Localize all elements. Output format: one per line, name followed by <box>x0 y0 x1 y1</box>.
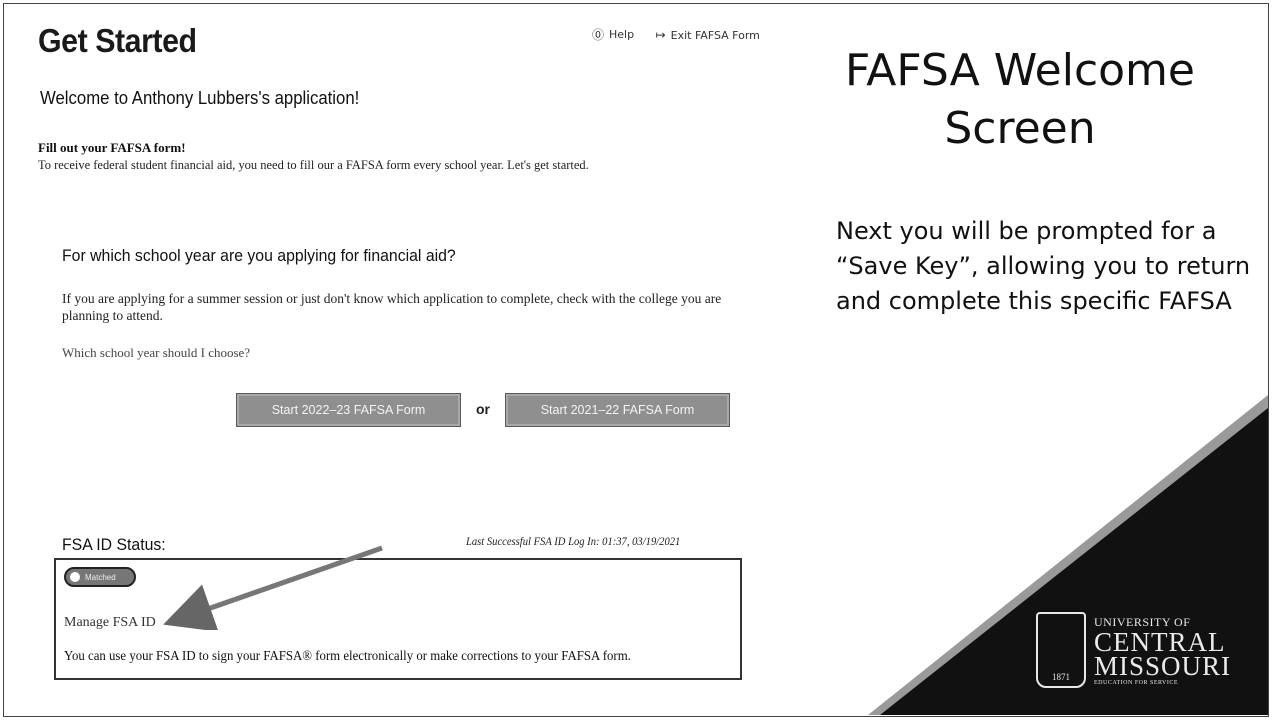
logo-line-3: MISSOURI <box>1094 650 1232 681</box>
seal-year: 1871 <box>1052 672 1070 682</box>
logo-wordmark: UNIVERSITY OF CENTRAL MISSOURI EDUCATION… <box>1094 615 1231 686</box>
university-seal-icon: 1871 <box>1036 612 1086 688</box>
logo-line-2: CENTRAL <box>1094 626 1226 657</box>
ucm-logo: 1871 UNIVERSITY OF CENTRAL MISSOURI EDUC… <box>1036 612 1231 688</box>
